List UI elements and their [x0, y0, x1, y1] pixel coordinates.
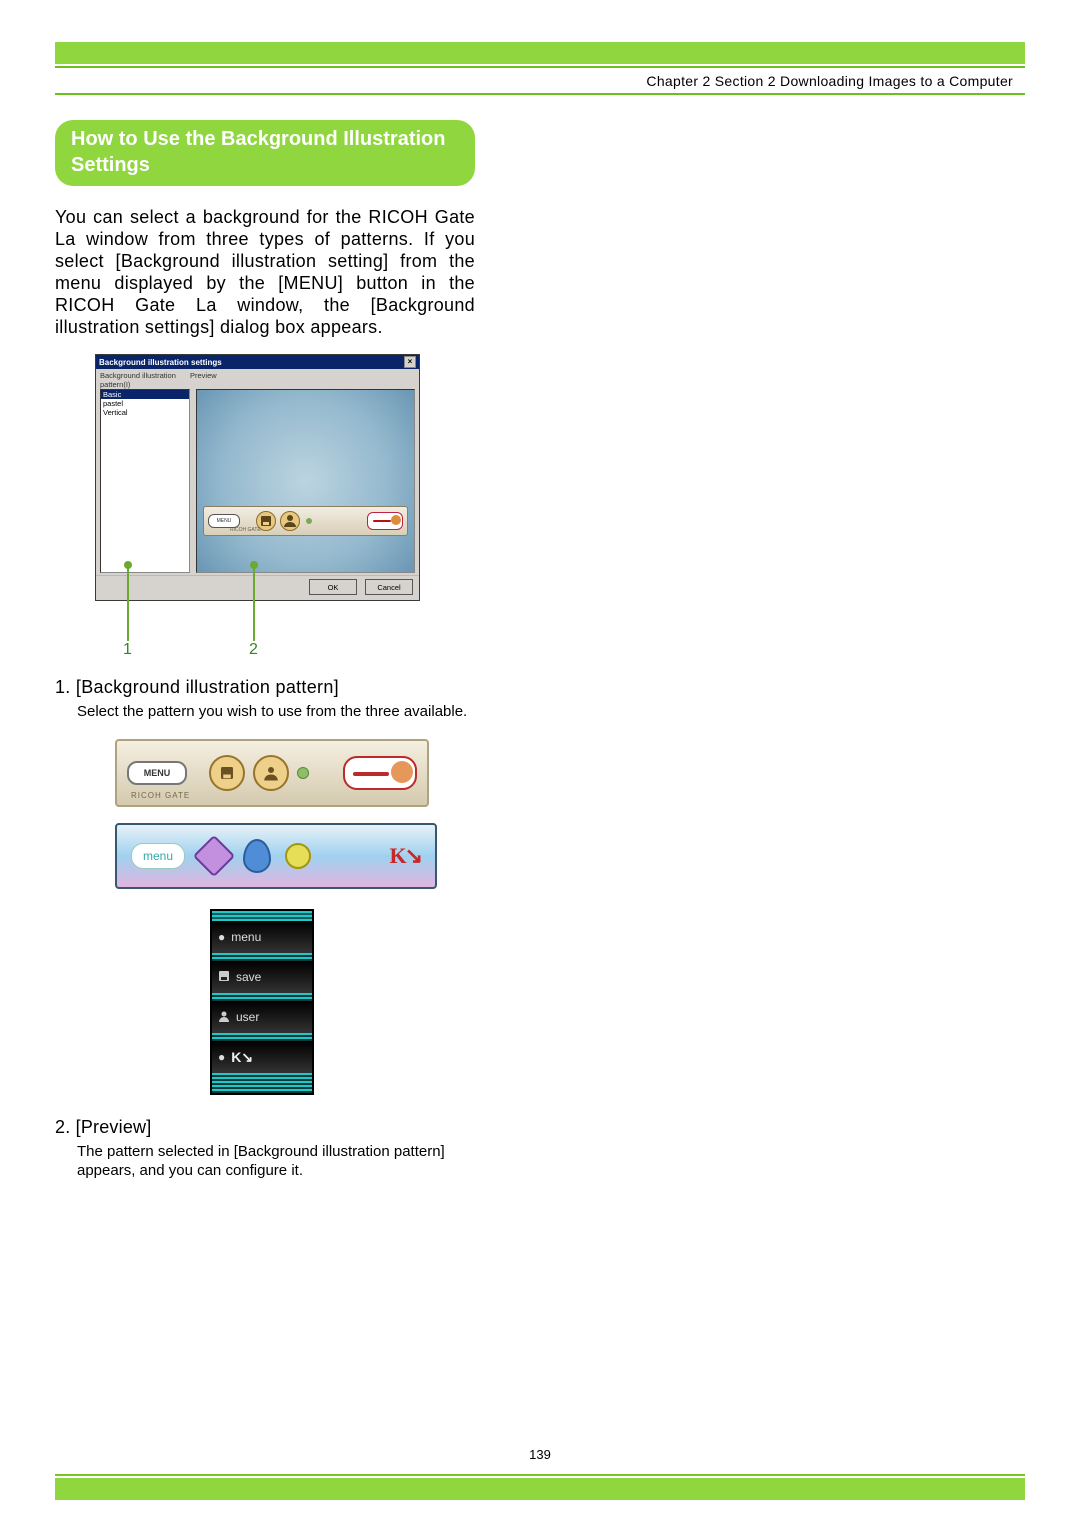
user-label: user	[236, 1010, 259, 1024]
save-icon	[218, 970, 230, 985]
header-breadcrumb-bar: Chapter 2 Section 2 Downloading Images t…	[55, 66, 1025, 95]
bottom-decoration-bar	[55, 1478, 1025, 1500]
item-2-description: The pattern selected in [Background illu…	[77, 1142, 475, 1180]
label-preview: Preview	[190, 371, 217, 389]
section-title: How to Use the Background Illustration S…	[55, 120, 475, 186]
status-dot-icon	[306, 518, 312, 524]
save-label: save	[236, 970, 261, 984]
callout-stick-icon	[253, 567, 255, 641]
ricoh-gate-label: RICOH GATE	[131, 791, 190, 800]
item-1-description: Select the pattern you wish to use from …	[77, 702, 475, 721]
ok-button[interactable]: OK	[309, 579, 357, 595]
pattern-listbox[interactable]: Basic pastel Vertical	[100, 389, 190, 573]
callout-markers: 1 2	[95, 601, 420, 641]
status-dot-icon	[285, 843, 311, 869]
logo-icon	[343, 756, 417, 790]
dialog-titlebar: Background illustration settings ×	[96, 355, 419, 369]
menu-button: MENU	[208, 514, 240, 528]
intro-paragraph: You can select a background for the RICO…	[55, 206, 475, 338]
page-number: 139	[0, 1447, 1080, 1462]
logo-row: ● K↘	[212, 1041, 312, 1073]
menu-row: ● menu	[212, 921, 312, 953]
decoration-bar	[212, 1073, 312, 1093]
label-pattern: Background illustration pattern(I)	[100, 371, 190, 389]
dot-icon: ●	[218, 930, 225, 944]
user-icon	[280, 511, 300, 531]
user-icon	[253, 755, 289, 791]
list-item[interactable]: pastel	[101, 399, 189, 408]
list-item[interactable]: Vertical	[101, 408, 189, 417]
user-icon	[218, 1010, 230, 1025]
dialog-labels-row: Background illustration pattern(I) Previ…	[96, 369, 419, 389]
dialog-footer: OK Cancel	[96, 575, 419, 600]
menu-label: menu	[231, 930, 261, 944]
page: Chapter 2 Section 2 Downloading Images t…	[0, 0, 1080, 1528]
user-row: user	[212, 1001, 312, 1033]
save-row: save	[212, 961, 312, 993]
breadcrumb: Chapter 2 Section 2 Downloading Images t…	[646, 73, 1013, 89]
save-icon	[199, 841, 229, 871]
top-decoration-bar	[55, 42, 1025, 64]
bottom-divider	[55, 1474, 1025, 1476]
status-dot-icon	[297, 767, 309, 779]
dot-icon: ●	[218, 1050, 225, 1064]
list-item[interactable]: Basic	[101, 390, 189, 399]
decoration-bar	[212, 953, 312, 961]
item-2-heading: 2. [Preview]	[55, 1117, 475, 1138]
decoration-bar	[212, 911, 312, 921]
drop-icon	[243, 839, 271, 873]
decoration-bar	[212, 1033, 312, 1041]
cancel-button[interactable]: Cancel	[365, 579, 413, 595]
logo-icon: K↘	[389, 843, 421, 869]
callout-number: 2	[249, 641, 258, 659]
pattern-previews: MENU RICOH GATE menu K	[115, 739, 415, 1095]
ricoh-gate-bar: MENU RICOH GATE	[203, 506, 408, 536]
logo-icon: K↘	[231, 1049, 253, 1066]
pattern-vertical-preview: ● menu save user	[210, 909, 314, 1095]
preview-pane: MENU RICOH GATE	[196, 389, 415, 573]
ricoh-gate-label: RICOH GATE	[230, 527, 261, 533]
dialog-screenshot: Background illustration settings × Backg…	[95, 354, 420, 641]
content-column: How to Use the Background Illustration S…	[55, 120, 475, 1180]
close-icon[interactable]: ×	[404, 356, 416, 368]
decoration-bar	[212, 993, 312, 1001]
logo-icon	[367, 512, 403, 530]
callout-stick-icon	[127, 567, 129, 641]
save-icon	[209, 755, 245, 791]
pattern-basic-preview: MENU RICOH GATE	[115, 739, 429, 807]
dialog-body: Basic pastel Vertical MENU RICOH GATE	[96, 389, 419, 575]
menu-button: menu	[131, 843, 185, 869]
preview-background	[197, 390, 414, 572]
callout-number: 1	[123, 641, 132, 659]
pattern-pastel-preview: menu K↘	[115, 823, 437, 889]
item-1-heading: 1. [Background illustration pattern]	[55, 677, 475, 698]
menu-button: MENU	[127, 761, 187, 785]
dialog-title-text: Background illustration settings	[99, 358, 222, 367]
